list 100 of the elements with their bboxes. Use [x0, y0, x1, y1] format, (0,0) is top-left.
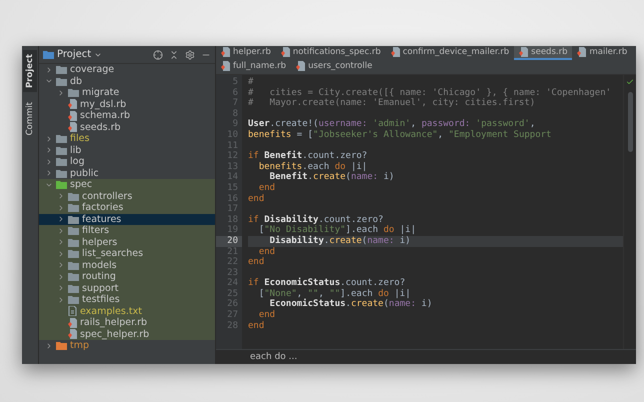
tool-window-tab[interactable]: Project: [23, 50, 37, 92]
code-line: # Mayor.create(name: 'Emanuel', city: cities.first): [248, 98, 536, 109]
chevron-right-icon[interactable]: [57, 250, 65, 258]
item-name: coverage: [70, 64, 114, 76]
item-name: factories: [82, 202, 124, 214]
panel-title[interactable]: Project: [57, 49, 92, 60]
code-line: end: [258, 182, 276, 194]
item-name: support: [82, 282, 118, 294]
folder-icon: [56, 65, 67, 74]
tree-item[interactable]: controllers: [39, 190, 215, 202]
editor-tab[interactable]: mailer.rb: [572, 46, 632, 60]
item-name: testfiles: [82, 294, 120, 306]
item-name: models: [82, 260, 117, 271]
tree-item[interactable]: seeds.rb: [39, 122, 215, 133]
code-line: if Benefit.count.zero?: [248, 151, 368, 162]
code-line: end: [248, 257, 266, 268]
chevron-right-icon[interactable]: [57, 284, 65, 292]
tree-item[interactable]: public: [39, 168, 215, 179]
chevron-right-icon[interactable]: [45, 342, 53, 350]
tree-item[interactable]: db: [39, 76, 215, 87]
tree-item[interactable]: rails_helper.rb: [39, 317, 215, 328]
ruby-file-icon: [390, 47, 400, 57]
chevron-right-icon[interactable]: [45, 134, 53, 143]
item-name: seeds.rb: [80, 122, 121, 133]
editor-tab[interactable]: helper.rb: [216, 46, 276, 60]
tree-item[interactable]: support: [39, 282, 215, 294]
tree-item[interactable]: models: [39, 260, 215, 271]
item-name: list_searches: [82, 248, 144, 260]
chevron-right-icon[interactable]: [45, 146, 53, 154]
tree-item[interactable]: log: [39, 156, 215, 168]
item-name: log: [70, 156, 84, 168]
folder-icon: [56, 157, 67, 166]
editor-tab[interactable]: full_name.rb: [216, 60, 292, 74]
chevron-right-icon[interactable]: [57, 261, 65, 270]
chevron-right-icon[interactable]: [57, 226, 65, 235]
item-name: tmp: [70, 340, 90, 352]
chevron-right-icon[interactable]: [57, 215, 65, 224]
chevron-right-icon[interactable]: [57, 238, 65, 246]
line-number: 20: [216, 236, 242, 246]
item-name: lib: [70, 144, 82, 156]
item-name: spec: [70, 179, 92, 190]
collapse-icon[interactable]: [169, 50, 179, 60]
chevron-right-icon[interactable]: [57, 296, 65, 304]
code-line: end: [258, 310, 276, 321]
tree-item[interactable]: schema.rb: [39, 110, 215, 122]
tree-item[interactable]: my_dsl.rb: [39, 98, 215, 110]
chevron-right-icon[interactable]: [45, 66, 53, 74]
chevron-right-icon[interactable]: [57, 88, 65, 97]
ruby-file-icon: [68, 329, 77, 340]
folder-icon: [43, 50, 54, 59]
chevron-right-icon[interactable]: [57, 192, 65, 200]
editor-tab[interactable]: users_controlle: [291, 60, 378, 74]
code-line: benefits.each do |i|: [258, 162, 368, 172]
chevron-right-icon[interactable]: [57, 204, 65, 212]
settings-icon[interactable]: [185, 50, 195, 60]
scrollbar-thumb[interactable]: [628, 92, 632, 152]
tree-item[interactable]: examples.txt: [39, 306, 215, 317]
code-line: EconomicStatus.create(name: i): [268, 299, 434, 310]
tree-item[interactable]: list_searches: [39, 248, 215, 260]
tree-item[interactable]: factories: [39, 202, 215, 214]
tree-item[interactable]: files: [39, 133, 215, 144]
ruby-file-icon: [68, 122, 77, 132]
tool-window-tab[interactable]: Commit: [23, 98, 37, 140]
ruby-file-icon: [296, 61, 306, 71]
tree-item[interactable]: testfiles: [39, 294, 215, 306]
ruby-file-icon: [68, 318, 77, 328]
editor-tab[interactable]: seeds.rb: [514, 46, 572, 60]
item-name: db: [70, 76, 82, 87]
item-name: examples.txt: [80, 306, 142, 317]
ruby-file-icon: [577, 47, 586, 57]
chevron-right-icon[interactable]: [57, 272, 65, 281]
chevron-right-icon[interactable]: [45, 158, 53, 166]
tree-item[interactable]: helpers: [39, 236, 215, 248]
item-name: schema.rb: [80, 110, 130, 122]
tree-item[interactable]: spec: [39, 179, 215, 190]
crosshair-icon[interactable]: [153, 50, 163, 60]
breadcrumb[interactable]: each do ...: [250, 352, 298, 362]
tree-item[interactable]: features: [39, 214, 215, 225]
item-name: routing: [82, 271, 116, 282]
tree-item[interactable]: coverage: [39, 64, 215, 76]
item-name: rails_helper.rb: [80, 317, 148, 328]
code-line: end: [248, 194, 266, 204]
code-line: #: [248, 77, 254, 88]
tree-item[interactable]: lib: [39, 144, 215, 156]
check-icon[interactable]: [626, 78, 634, 86]
folder-icon: [56, 146, 67, 155]
tree-item[interactable]: filters: [39, 225, 215, 236]
code-line: end: [258, 246, 276, 257]
item-name: controllers: [82, 190, 132, 202]
editor-tab[interactable]: confirm_device_mailer.rb: [386, 46, 514, 60]
folder-icon: [56, 76, 67, 86]
item-name: helpers: [82, 236, 118, 248]
chevron-right-icon[interactable]: [45, 169, 53, 178]
editor-tab[interactable]: notifications_spec.rb: [276, 46, 386, 60]
tree-item[interactable]: routing: [39, 271, 215, 282]
code-line: Benefit.create(name: i): [268, 172, 396, 183]
folder-icon: [56, 134, 67, 144]
tree-item[interactable]: tmp: [39, 340, 215, 352]
tree-item[interactable]: migrate: [39, 87, 215, 98]
tree-item[interactable]: spec_helper.rb: [39, 328, 215, 340]
